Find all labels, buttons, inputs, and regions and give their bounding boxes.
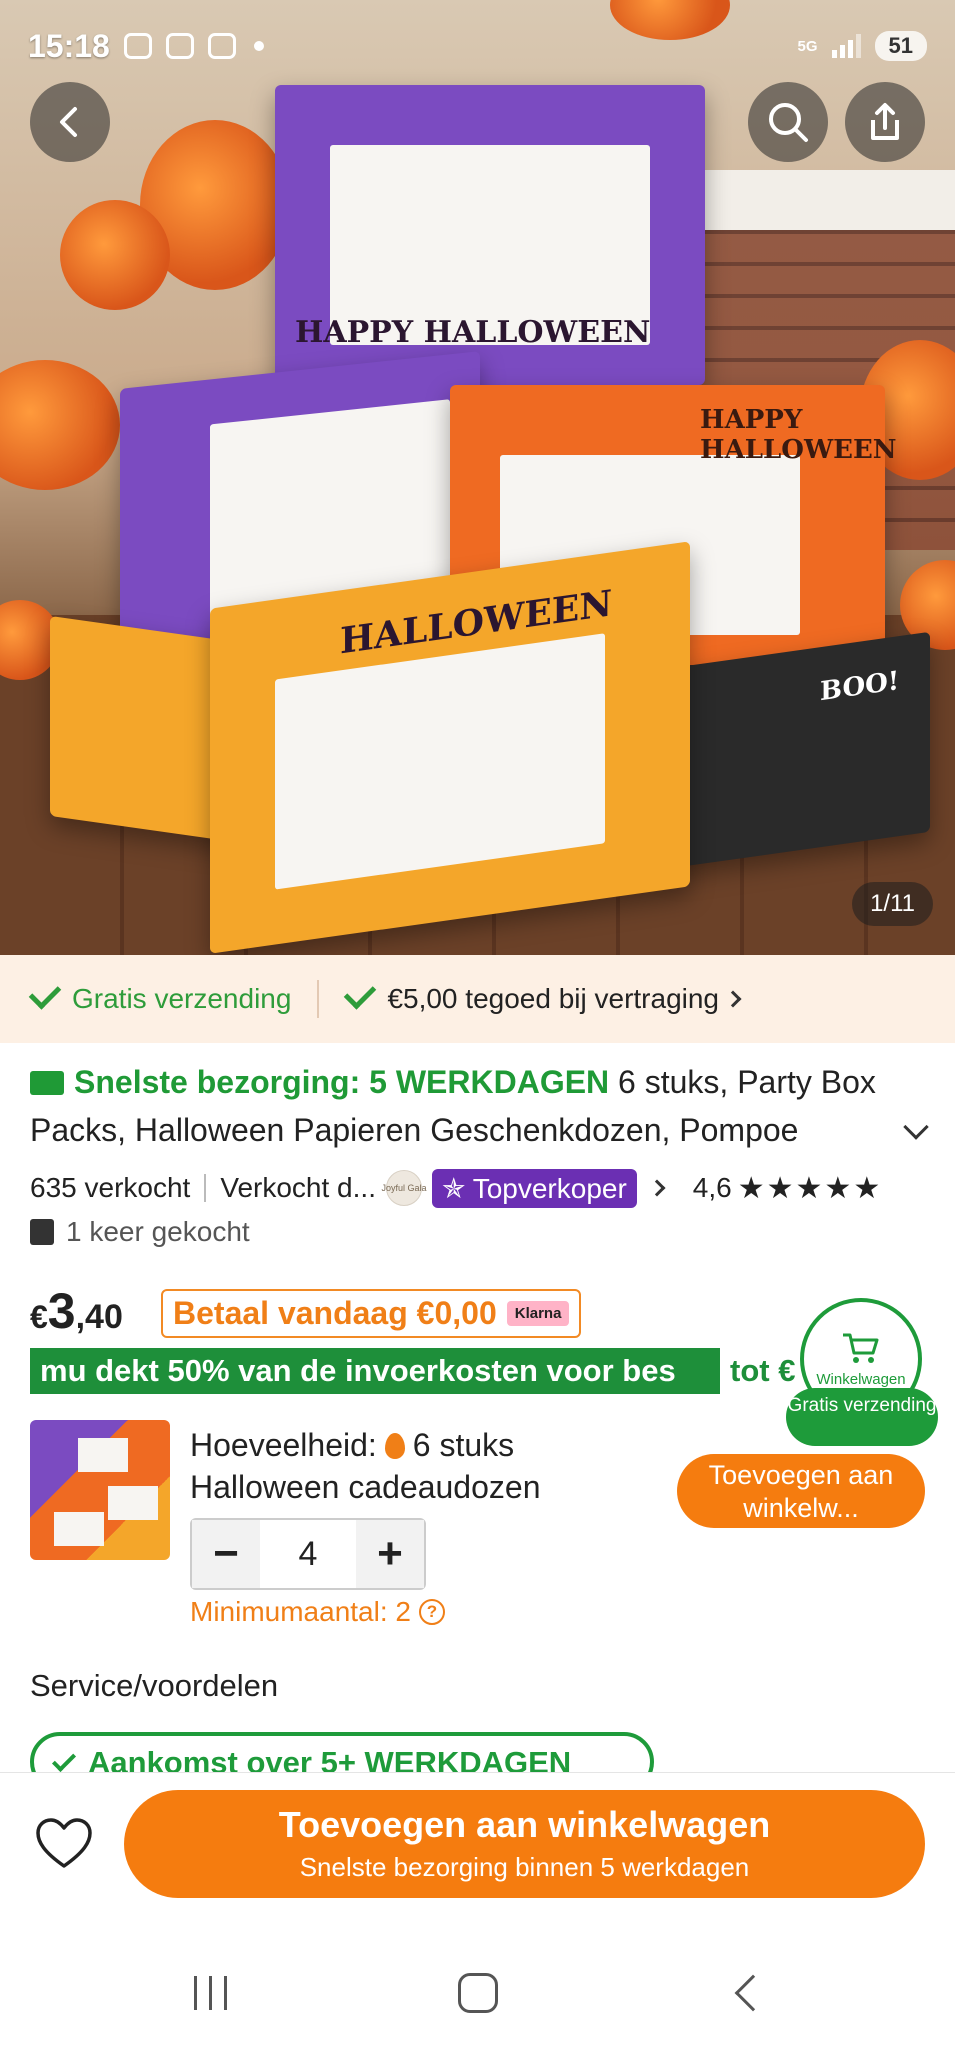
top-seller-label: Topverkoper: [472, 1172, 627, 1204]
add-to-cart-button[interactable]: Toevoegen aan winkelwagen Snelste bezorg…: [124, 1790, 925, 1898]
instagram-icon: [165, 33, 194, 59]
increase-button[interactable]: +: [356, 1520, 424, 1588]
share-button[interactable]: [845, 82, 925, 162]
quantity-heading: Hoeveelheid:: [190, 1427, 377, 1463]
seller-logo-text: Joyful Gala: [381, 1183, 427, 1193]
box-label: HAPPY HALLOWEEN: [700, 405, 897, 465]
recent-apps-icon[interactable]: [194, 1976, 227, 2010]
check-icon: [28, 977, 62, 1010]
delivery-note: Snelste bezorging binnen 5 werkdagen: [299, 1852, 750, 1882]
product-meta: 635 verkocht Verkocht d... Joyful Gala ✯…: [30, 1166, 925, 1210]
signal-icon: [831, 34, 861, 58]
search-button[interactable]: [748, 82, 828, 162]
pay-today-badge[interactable]: Betaal vandaag €0,00 Klarna: [161, 1289, 582, 1338]
shopping-bag-icon: [30, 1219, 54, 1245]
variant-thumbnail[interactable]: [30, 1420, 170, 1560]
check-icon: [51, 1747, 77, 1773]
status-bar: 15:18 5G 51: [28, 24, 927, 68]
free-shipping-label: Gratis verzending: [72, 983, 292, 1014]
price-decimal: ,40: [75, 1298, 123, 1336]
rating-value: 4,6: [692, 1172, 732, 1203]
divider: [204, 1174, 207, 1202]
free-shipping-pill: Gratis verzending: [786, 1388, 938, 1446]
benefits-strip[interactable]: Gratis verzending €5,00 tegoed bij vertr…: [0, 955, 955, 1043]
add-to-cart-small-button[interactable]: Toevoegen aan winkelw...: [677, 1454, 925, 1528]
quantity-label: Hoeveelheid: 6 stuks Halloween cadeaudoze…: [190, 1424, 650, 1508]
battery-level: 51: [874, 31, 927, 61]
cart-badge-label: Winkelwagen: [816, 1370, 906, 1388]
star-rating-icon: ★★★★★: [737, 1171, 883, 1205]
back-nav-icon[interactable]: [734, 1974, 772, 2012]
help-icon[interactable]: ?: [418, 1599, 445, 1625]
delay-credit-label: €5,00 tegoed bij vertraging: [387, 983, 720, 1014]
chevron-right-icon: [724, 990, 742, 1008]
add-to-cart-label: Toevoegen aan winkelwagen: [278, 1804, 771, 1845]
sold-by-label[interactable]: Verkocht d...: [220, 1172, 376, 1204]
status-time: 15:18: [28, 27, 110, 64]
service-heading: Service/voordelen: [30, 1668, 279, 1703]
product-title[interactable]: Snelste bezorging: 5 WERKDAGEN 6 stuks, …: [30, 1058, 920, 1154]
black-gift-box: BOO!: [670, 631, 930, 869]
yellow-gift-box: HALLOWEEN: [210, 541, 690, 954]
pumpkin-image: [0, 360, 120, 490]
import-cost-promo: mu dekt 50% van de invoerkosten voor bes: [30, 1348, 720, 1394]
pay-today-label: Betaal vandaag €0,00: [173, 1295, 497, 1331]
top-seller-badge[interactable]: ✯ Topverkoper: [431, 1168, 637, 1208]
fastest-delivery-label: Snelste bezorging: 5 WERKDAGEN: [74, 1064, 610, 1100]
price: € 3 ,40: [30, 1282, 123, 1340]
purchase-history: 1 keer gekocht: [30, 1216, 250, 1248]
heart-icon[interactable]: [34, 1816, 94, 1872]
truck-icon: [30, 1071, 64, 1095]
minimum-quantity-label: Minimumaantal: 2: [190, 1596, 411, 1627]
chevron-right-icon[interactable]: [648, 1179, 666, 1197]
quantity-value[interactable]: 4: [260, 1520, 356, 1588]
box-label: BOO!: [820, 666, 900, 708]
screenshot-icon: [123, 33, 152, 59]
network-type: 5G: [797, 37, 818, 55]
back-button[interactable]: [30, 82, 110, 162]
klarna-logo: Klarna: [506, 1301, 570, 1326]
box-label: HAPPY HALLOWEEN: [295, 315, 651, 350]
system-nav-bar: [0, 1928, 955, 2048]
notification-dot-icon: [253, 41, 264, 51]
import-cost-promo-tail: tot €: [730, 1353, 796, 1388]
chevron-left-icon: [60, 107, 77, 137]
image-counter: 1/11: [852, 882, 933, 926]
instagram-icon: [207, 33, 236, 59]
cart-icon: [843, 1333, 879, 1363]
search-icon: [769, 103, 808, 142]
fire-icon: [384, 1433, 405, 1459]
sold-count: 635 verkocht: [30, 1172, 191, 1203]
product-image-gallery[interactable]: HAPPY HALLOWEEN HAPPY HALLOWEEN BOO! HAL…: [0, 0, 955, 955]
pumpkin-image: [60, 200, 170, 310]
divider: [317, 980, 320, 1018]
price-currency: €: [30, 1299, 48, 1335]
check-icon: [344, 977, 377, 1010]
bought-count: 1 keer gekocht: [66, 1216, 250, 1247]
seller-logo[interactable]: Joyful Gala: [381, 1170, 426, 1206]
share-icon: [871, 103, 899, 140]
purple-gift-box: HAPPY HALLOWEEN: [275, 85, 705, 385]
decrease-button[interactable]: −: [192, 1520, 260, 1588]
home-icon[interactable]: [458, 1973, 498, 2013]
price-whole: 3: [47, 1283, 76, 1339]
quantity-stepper[interactable]: − 4 +: [190, 1518, 426, 1590]
minimum-quantity: Minimumaantal: 2 ?: [190, 1596, 445, 1628]
